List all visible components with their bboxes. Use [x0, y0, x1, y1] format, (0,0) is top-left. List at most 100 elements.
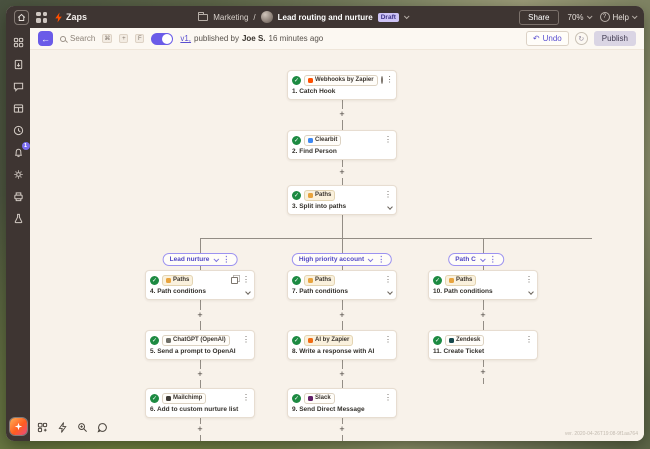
- sparkle-icon: [14, 422, 22, 431]
- chevron-down-icon[interactable]: [528, 288, 534, 295]
- app-window: Zaps Marketing / Lead routing and nurtur…: [6, 6, 644, 441]
- add-step-button[interactable]: +: [337, 310, 347, 321]
- ai-by-zapier-app-icon: [308, 337, 313, 343]
- add-step-button[interactable]: +: [195, 369, 205, 380]
- breadcrumb: Marketing / Lead routing and nurture Dra…: [198, 11, 410, 23]
- branch-label-pill[interactable]: High priority account ⋮: [291, 253, 393, 266]
- step-menu-button[interactable]: ⋮: [242, 394, 250, 402]
- step-menu-button[interactable]: ⋮: [525, 336, 533, 344]
- step-menu-button[interactable]: ⋮: [525, 276, 533, 284]
- home-button[interactable]: [14, 9, 29, 25]
- app-pill: Webhooks by Zapier: [304, 74, 378, 86]
- branch-menu-button[interactable]: ⋮: [489, 255, 497, 264]
- zendesk-app-icon: [449, 337, 454, 343]
- help-menu[interactable]: ? Help: [599, 12, 638, 22]
- app-pill: Slack: [304, 392, 335, 404]
- help-icon: ?: [599, 12, 610, 22]
- success-check-icon: ✓: [433, 275, 442, 285]
- labs-flask-icon[interactable]: [12, 212, 25, 225]
- add-step-button[interactable]: +: [337, 167, 347, 178]
- bolt-icon[interactable]: [56, 421, 68, 433]
- add-step-button[interactable]: +: [195, 424, 205, 435]
- step-card-7[interactable]: ✓ Paths ⋮ 7. Path conditions: [287, 270, 397, 300]
- flow-canvas[interactable]: + + + + + + + + + + Lead nurture ⋮ High …: [30, 50, 644, 441]
- version-toggle[interactable]: [151, 32, 174, 45]
- chevron-down-icon[interactable]: [387, 203, 393, 210]
- version-link[interactable]: v1,: [180, 34, 191, 43]
- settings-gear-icon[interactable]: [12, 168, 25, 181]
- apps-grid-icon[interactable]: [12, 36, 25, 49]
- step-card-3[interactable]: ✓ Paths ⋮ 3. Split into paths: [287, 185, 397, 215]
- branch-menu-button[interactable]: ⋮: [222, 255, 230, 264]
- step-card-9[interactable]: ✓ Slack ⋮ 9. Send Direct Message: [287, 388, 397, 418]
- redo-button[interactable]: ↻: [574, 32, 588, 45]
- tables-icon[interactable]: [12, 102, 25, 115]
- chevron-down-icon: [368, 255, 374, 262]
- help-label: Help: [612, 12, 629, 22]
- printer-icon[interactable]: [12, 190, 25, 203]
- zoom-level-dropdown[interactable]: 70%: [568, 13, 593, 22]
- step-card-10[interactable]: ✓ Paths ⋮ 10. Path conditions: [428, 270, 538, 300]
- map-grid-icon[interactable]: [36, 421, 48, 433]
- add-step-button[interactable]: +: [478, 310, 488, 321]
- document-icon[interactable]: [12, 58, 25, 71]
- search-placeholder: Search: [70, 34, 96, 43]
- history-icon[interactable]: [12, 124, 25, 137]
- branch-menu-button[interactable]: ⋮: [377, 255, 385, 264]
- home-icon: [17, 13, 26, 21]
- chevron-down-icon[interactable]: [245, 288, 251, 295]
- app-pill: Paths: [304, 274, 336, 286]
- breadcrumb-folder[interactable]: Marketing: [213, 13, 248, 22]
- success-check-icon: ✓: [292, 275, 301, 285]
- step-card-6[interactable]: ✓ Mailchimp ⋮ 6. Add to custom nurture l…: [145, 388, 255, 418]
- step-menu-button[interactable]: ⋮: [231, 276, 250, 284]
- add-step-button[interactable]: +: [337, 369, 347, 380]
- app-pill: Paths: [162, 274, 194, 286]
- success-check-icon: ✓: [292, 135, 301, 145]
- step-menu-button[interactable]: ⋮: [242, 336, 250, 344]
- step-card-11[interactable]: ✓ Zendesk ⋮ 11. Create Ticket: [428, 330, 538, 360]
- zap-name[interactable]: Lead routing and nurture: [278, 13, 373, 22]
- step-menu-button[interactable]: ⋮: [384, 276, 392, 284]
- step-card-4[interactable]: ✓ Paths ⋮ 4. Path conditions: [145, 270, 255, 300]
- undo-button[interactable]: ↶ Undo: [525, 31, 569, 46]
- step-card-8[interactable]: ✓ AI by Zapier ⋮ 8. Write a response wit…: [287, 330, 397, 360]
- step-card-5[interactable]: ✓ ChatGPT (OpenAI) ⋮ 5. Send a prompt to…: [145, 330, 255, 360]
- redo-icon: ↻: [578, 35, 585, 43]
- add-step-button[interactable]: +: [478, 367, 488, 378]
- zoom-tools-icon[interactable]: [76, 421, 88, 433]
- notification-count-badge: 1: [21, 142, 30, 150]
- step-card-2[interactable]: ✓ Clearbit ⋮ 2. Find Person: [287, 130, 397, 160]
- add-step-button[interactable]: +: [337, 109, 347, 120]
- app-pill: Zendesk: [445, 334, 485, 346]
- step-menu-button[interactable]: ⋮: [384, 336, 392, 344]
- chevron-down-icon: [631, 13, 638, 20]
- step-card-1[interactable]: ✓ Webhooks by Zapier ⋮ 1. Catch Hook: [287, 70, 397, 100]
- zaps-logo[interactable]: Zaps: [54, 12, 87, 23]
- step-menu-button[interactable]: ⋮: [384, 191, 392, 199]
- add-step-button[interactable]: +: [337, 424, 347, 435]
- chevron-down-icon[interactable]: [387, 288, 393, 295]
- step-menu-button[interactable]: ⋮: [386, 76, 394, 84]
- app-pill: Mailchimp: [162, 392, 207, 404]
- share-button[interactable]: Share: [519, 9, 559, 25]
- branch-label-pill[interactable]: Lead nurture ⋮: [162, 253, 238, 266]
- success-check-icon: ✓: [292, 190, 301, 200]
- chevron-down-icon[interactable]: [403, 13, 410, 20]
- zap-avatar: [260, 11, 273, 23]
- app-pill: Clearbit: [304, 134, 342, 146]
- add-step-button[interactable]: +: [195, 310, 205, 321]
- step-menu-button[interactable]: ⋮: [384, 136, 392, 144]
- step-menu-button[interactable]: ⋮: [384, 394, 392, 402]
- editor-toolbar: ← Search ⌘ + F v1, published by Joe S. 1…: [30, 28, 644, 50]
- app-switcher-grid-icon[interactable]: [36, 11, 47, 23]
- message-icon[interactable]: [12, 80, 25, 93]
- publish-button[interactable]: Publish: [593, 31, 636, 46]
- notifications-icon[interactable]: 1: [12, 142, 30, 159]
- copy-icon[interactable]: [231, 276, 238, 284]
- copilot-button[interactable]: [9, 418, 27, 435]
- chat-bubble-icon[interactable]: [96, 421, 108, 433]
- back-button[interactable]: ←: [38, 31, 53, 46]
- search-input[interactable]: Search: [60, 34, 95, 43]
- branch-label-pill[interactable]: Path C ⋮: [448, 253, 504, 266]
